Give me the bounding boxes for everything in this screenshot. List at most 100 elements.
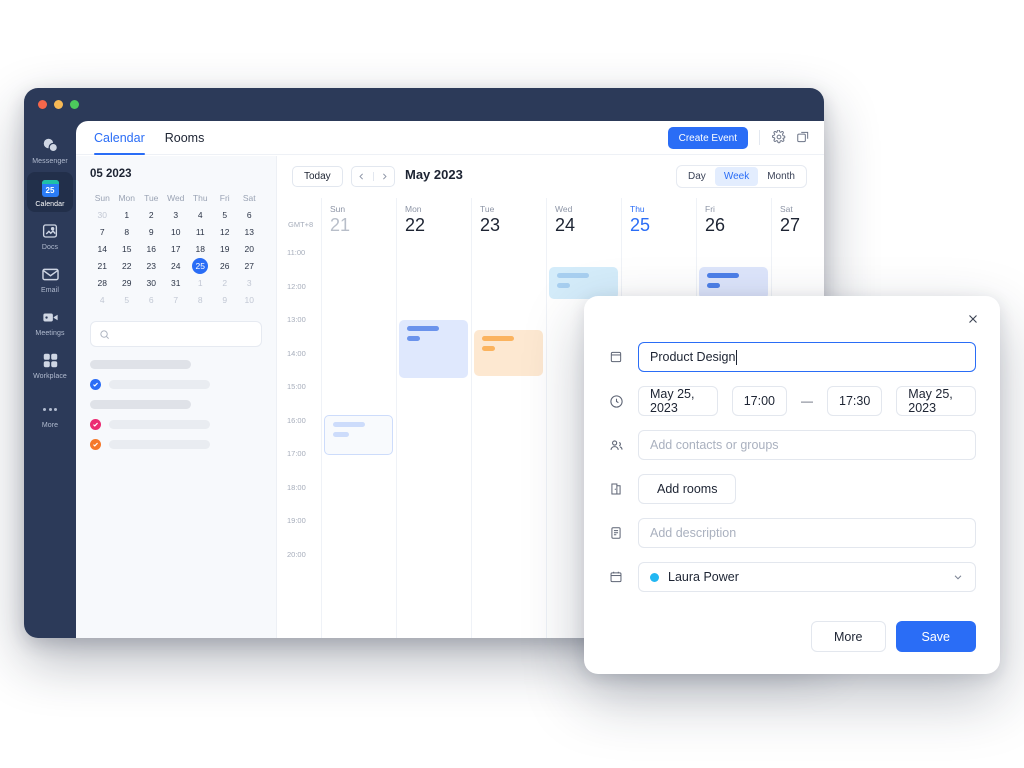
calendar-checkbox[interactable] <box>90 419 101 430</box>
day-header[interactable]: Sat 27 <box>771 198 824 242</box>
mini-calendar-day[interactable]: 16 <box>139 241 164 258</box>
sidebar-item-messenger[interactable]: Messenger <box>27 129 73 169</box>
mini-calendar-day[interactable]: 24 <box>164 258 189 275</box>
view-option-week[interactable]: Week <box>714 167 759 186</box>
more-button[interactable]: More <box>811 621 886 652</box>
mini-calendar-day[interactable]: 8 <box>115 224 140 241</box>
calendar-event[interactable] <box>699 267 768 299</box>
hour-label: 15:00 <box>287 382 306 391</box>
description-input[interactable]: Add description <box>638 518 976 548</box>
calendar-checkbox[interactable] <box>90 439 101 450</box>
day-header[interactable]: Tue 23 <box>471 198 546 242</box>
mini-calendar-day[interactable]: 19 <box>213 241 238 258</box>
mini-calendar-day[interactable]: 10 <box>164 224 189 241</box>
sidebar-item-meetings[interactable]: Meetings <box>27 301 73 341</box>
mini-calendar-day[interactable]: 2 <box>213 275 238 292</box>
column-divider <box>546 242 547 638</box>
chevron-left-icon[interactable] <box>357 172 366 181</box>
view-option-day[interactable]: Day <box>679 167 715 186</box>
mini-calendar-day[interactable]: 10 <box>237 292 262 309</box>
calendar-event[interactable] <box>474 330 543 376</box>
start-date-field[interactable]: May 25, 2023 <box>638 386 718 416</box>
sidebar-item-calendar[interactable]: 25 Calendar <box>27 172 73 212</box>
mini-calendar-day[interactable]: 9 <box>139 224 164 241</box>
end-date-field[interactable]: May 25, 2023 <box>896 386 976 416</box>
event-title-input[interactable]: Product Design <box>638 342 976 372</box>
sidebar-item-email[interactable]: Email <box>27 258 73 298</box>
day-header[interactable]: Thu 25 <box>621 198 696 242</box>
contacts-input[interactable]: Add contacts or groups <box>638 430 976 460</box>
calendar-search-input[interactable] <box>90 321 262 347</box>
mini-calendar-day[interactable]: 4 <box>188 207 213 224</box>
minimize-window-button[interactable] <box>54 100 63 109</box>
mini-calendar-day[interactable]: 1 <box>115 207 140 224</box>
calendar-event[interactable] <box>399 320 468 378</box>
gear-icon[interactable] <box>772 130 786 144</box>
view-option-month[interactable]: Month <box>758 167 804 186</box>
mini-calendar-day[interactable]: 27 <box>237 258 262 275</box>
calendar-event[interactable] <box>324 415 393 455</box>
calendar-owner-select[interactable]: Laura Power <box>638 562 976 592</box>
day-header[interactable]: Wed 24 <box>546 198 621 242</box>
mini-calendar-day[interactable]: 5 <box>213 207 238 224</box>
mini-calendar-day[interactable]: 31 <box>164 275 189 292</box>
mini-calendar-day[interactable]: 13 <box>237 224 262 241</box>
mini-calendar-day[interactable]: 23 <box>139 258 164 275</box>
mini-calendar-day[interactable]: 14 <box>90 241 115 258</box>
mini-calendar-day[interactable]: 6 <box>139 292 164 309</box>
mini-calendar-day[interactable]: 30 <box>139 275 164 292</box>
maximize-window-button[interactable] <box>70 100 79 109</box>
mini-calendar-day[interactable]: 11 <box>188 224 213 241</box>
mini-calendar-day[interactable]: 20 <box>237 241 262 258</box>
mini-calendar-day[interactable]: 3 <box>164 207 189 224</box>
create-event-button[interactable]: Create Event <box>667 127 748 149</box>
mini-calendar-day[interactable]: 2 <box>139 207 164 224</box>
calendar-event[interactable] <box>549 267 618 299</box>
mini-calendar-day[interactable]: 8 <box>188 292 213 309</box>
mini-calendar-week: 7 8 9 10 11 12 13 <box>90 224 262 241</box>
day-header[interactable]: Fri 26 <box>696 198 771 242</box>
contacts-placeholder: Add contacts or groups <box>650 438 779 452</box>
end-time-field[interactable]: 17:30 <box>827 386 883 416</box>
sidebar-item-more[interactable]: More <box>27 393 73 433</box>
mini-calendar-day[interactable]: 7 <box>90 224 115 241</box>
mini-calendar-day-selected[interactable]: 25 <box>188 258 213 275</box>
mini-calendar-day[interactable]: 4 <box>90 292 115 309</box>
mini-calendar-day[interactable]: 17 <box>164 241 189 258</box>
sidebar-item-workplace[interactable]: Workplace <box>27 344 73 384</box>
calendar-list-item[interactable] <box>90 379 262 390</box>
mini-calendar-day[interactable]: 7 <box>164 292 189 309</box>
mini-calendar-day[interactable]: 22 <box>115 258 140 275</box>
mini-calendar-day[interactable]: 15 <box>115 241 140 258</box>
mini-calendar-day[interactable]: 21 <box>90 258 115 275</box>
calendar-list-item[interactable] <box>90 419 262 430</box>
calendar-checkbox[interactable] <box>90 379 101 390</box>
day-header[interactable]: Sun 21 <box>321 198 396 242</box>
mini-calendar-day[interactable]: 1 <box>188 275 213 292</box>
mini-calendar-day[interactable]: 5 <box>115 292 140 309</box>
mini-calendar-day[interactable]: 3 <box>237 275 262 292</box>
sidebar-item-docs[interactable]: Docs <box>27 215 73 255</box>
mini-calendar-day[interactable]: 12 <box>213 224 238 241</box>
chevron-right-icon[interactable] <box>380 172 389 181</box>
mini-calendar-day[interactable]: 30 <box>90 207 115 224</box>
chevron-down-icon[interactable] <box>952 571 964 583</box>
save-button[interactable]: Save <box>895 621 976 652</box>
close-window-button[interactable] <box>38 100 47 109</box>
today-button[interactable]: Today <box>292 166 343 187</box>
day-header[interactable]: Mon 22 <box>396 198 471 242</box>
mini-calendar-day[interactable]: 28 <box>90 275 115 292</box>
mini-calendar-day[interactable]: 29 <box>115 275 140 292</box>
mini-calendar-day[interactable]: 26 <box>213 258 238 275</box>
calendar-list-item[interactable] <box>90 439 262 450</box>
close-icon[interactable] <box>966 312 980 326</box>
tab-calendar[interactable]: Calendar <box>94 121 145 155</box>
start-time-field[interactable]: 17:00 <box>731 386 787 416</box>
mini-calendar-day[interactable]: 9 <box>213 292 238 309</box>
tab-rooms[interactable]: Rooms <box>165 121 205 155</box>
sidebar-label: Workplace <box>33 373 67 380</box>
mini-calendar-day[interactable]: 6 <box>237 207 262 224</box>
open-panel-icon[interactable] <box>796 130 810 144</box>
mini-calendar-day[interactable]: 18 <box>188 241 213 258</box>
add-rooms-button[interactable]: Add rooms <box>638 474 737 504</box>
